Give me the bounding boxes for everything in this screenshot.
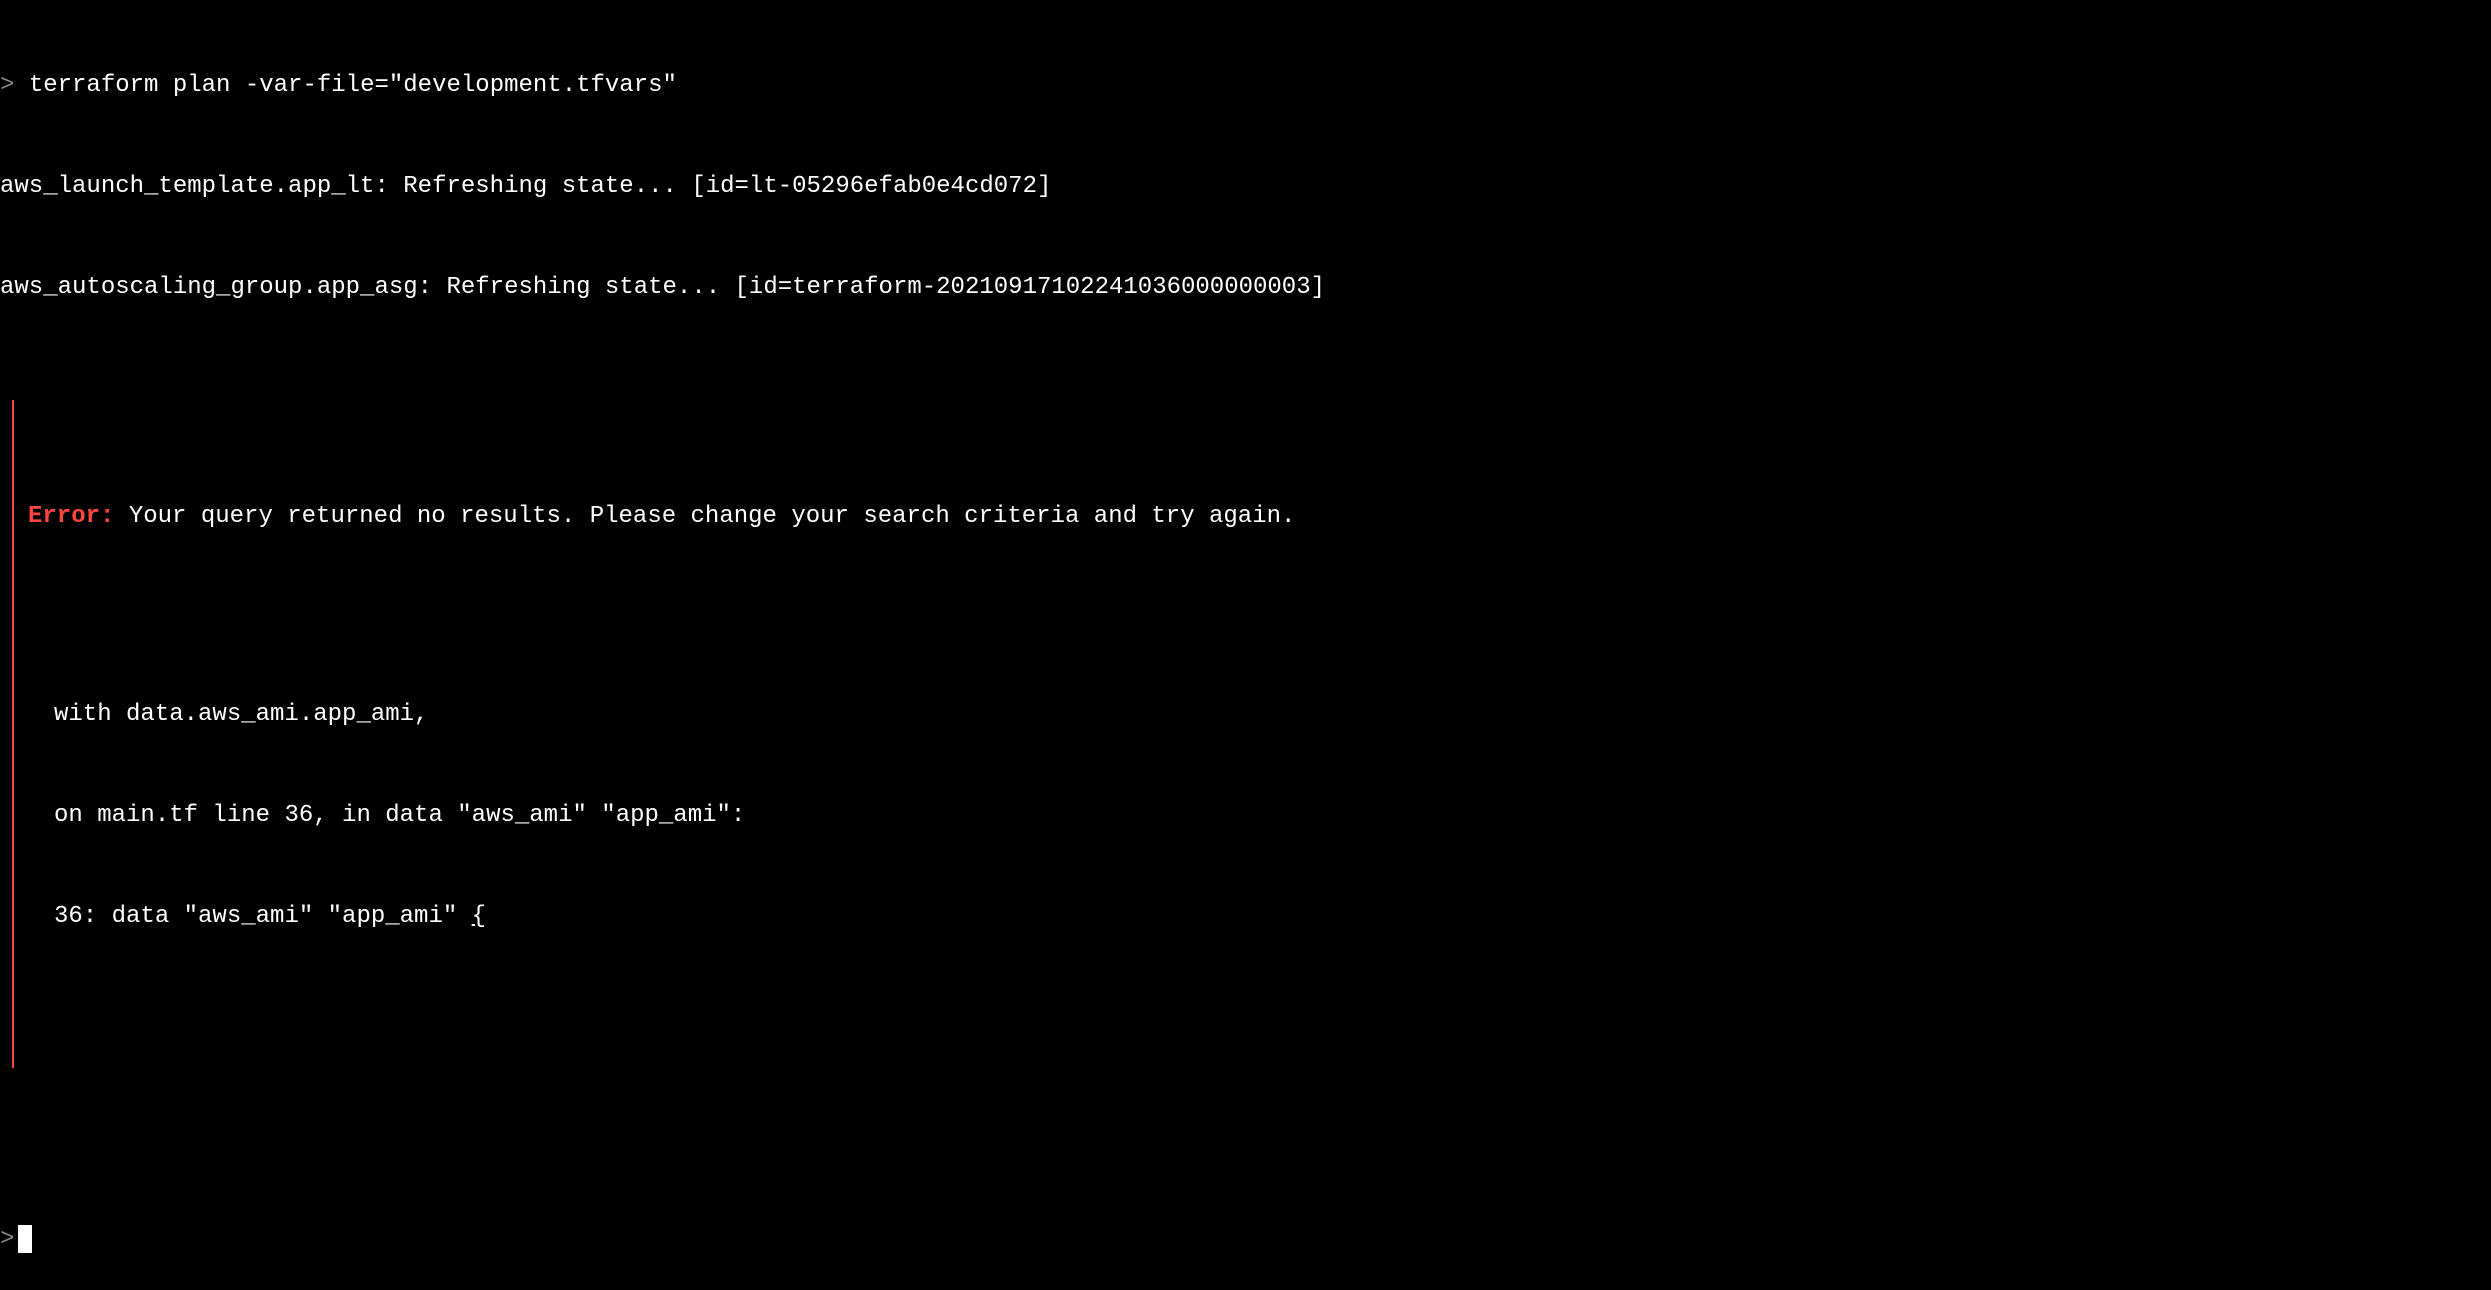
error-context: with data.aws_ami.app_ami, on main.tf li… xyxy=(28,631,2491,1001)
open-brace: { xyxy=(472,903,486,930)
error-label: Error: xyxy=(28,503,114,530)
error-context-line-2: on main.tf line 36, in data "aws_ami" "a… xyxy=(54,799,2491,833)
error-context-line-1: with data.aws_ami.app_ami, xyxy=(54,698,2491,732)
error-message: Your query returned no results. Please c… xyxy=(129,503,1296,530)
error-context-line-3: 36: data "aws_ami" "app_ami" { xyxy=(54,900,2491,934)
error-indicator-bar xyxy=(12,400,14,1068)
refresh-state-line-2: aws_autoscaling_group.app_asg: Refreshin… xyxy=(0,271,2491,305)
terminal-output[interactable]: > terraform plan -var-file="development.… xyxy=(0,2,2491,1290)
refresh-state-line-1: aws_launch_template.app_lt: Refreshing s… xyxy=(0,170,2491,204)
command-line: > terraform plan -var-file="development.… xyxy=(0,69,2491,103)
error-header-line: Error: Your query returned no results. P… xyxy=(28,500,2491,534)
prompt-char: > xyxy=(0,72,14,99)
error-block: Error: Your query returned no results. P… xyxy=(0,400,2491,1068)
command-text: terraform plan -var-file="development.tf… xyxy=(29,72,677,99)
prompt-char-2: > xyxy=(0,1226,14,1253)
cursor xyxy=(18,1225,32,1253)
ready-prompt: > xyxy=(0,1223,2491,1257)
